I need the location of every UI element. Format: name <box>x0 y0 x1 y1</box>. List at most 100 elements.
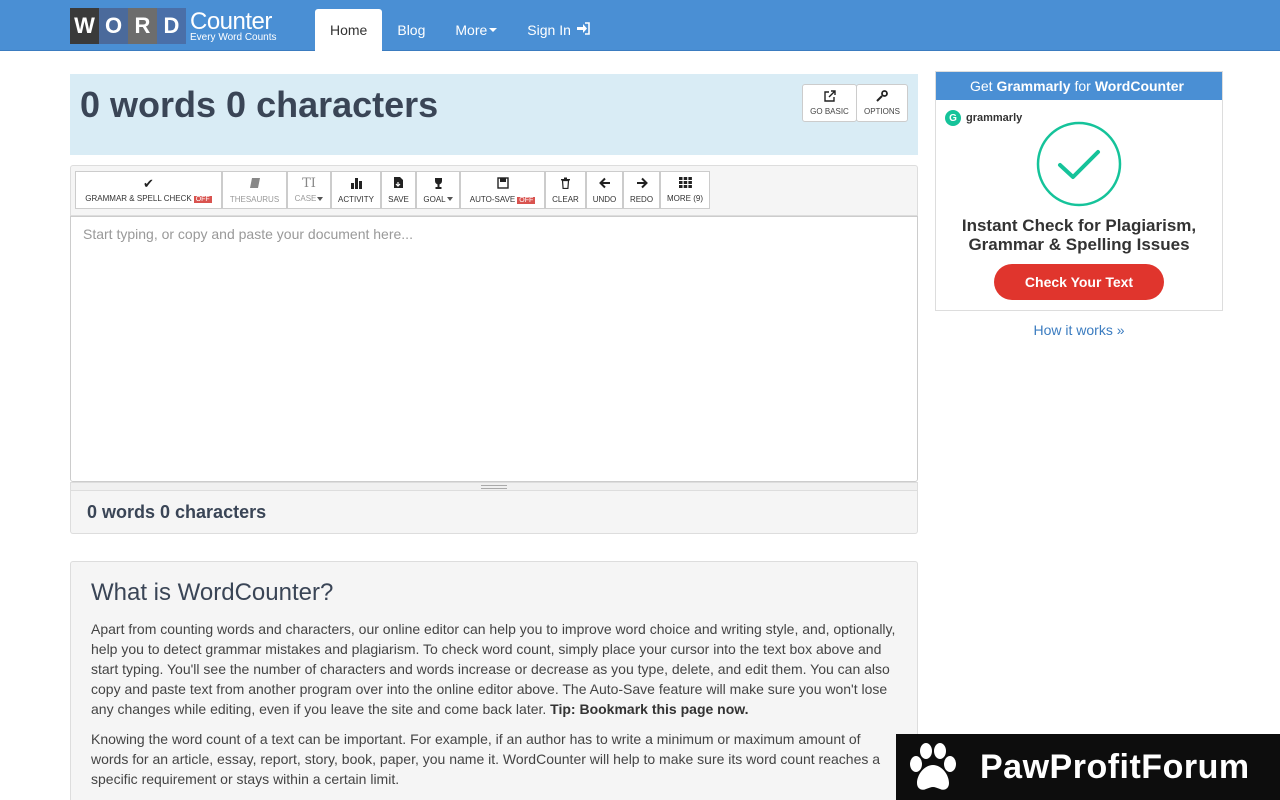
grid-icon <box>678 177 692 190</box>
article-paragraph: Knowing the word count of a text can be … <box>91 731 881 787</box>
arrow-left-icon <box>598 177 611 191</box>
auto-save-label-wrap: AUTO-SAVE OFF <box>470 195 536 204</box>
ad-header: Get Grammarly for WordCounter <box>936 72 1222 100</box>
goal-label: GOAL <box>423 194 446 204</box>
thesaurus-button[interactable]: THESAURUS <box>222 171 287 209</box>
checkmark-circle-icon <box>1036 121 1122 207</box>
wordcounter-logo[interactable]: W O R D Counter Every Word Counts <box>70 8 277 44</box>
article-paragraph-text: Apart from counting words and characters… <box>91 621 896 717</box>
ad-headline-line: Grammar & Spelling Issues <box>968 235 1190 254</box>
activity-label: ACTIVITY <box>337 194 374 204</box>
case-dropdown[interactable]: TI CASE <box>287 171 331 209</box>
redo-label: REDO <box>629 194 654 204</box>
nav-home-label: Home <box>330 22 368 38</box>
ad-head-site: WordCounter <box>1094 78 1185 94</box>
count-footer: 0 words 0 characters <box>70 491 918 534</box>
watermark-text: PawProfitForum <box>980 747 1250 786</box>
nav-blog[interactable]: Blog <box>382 9 440 51</box>
article-paragraph: Apart from counting words and characters… <box>91 619 897 719</box>
top-navbar: W O R D Counter Every Word Counts Home B… <box>0 0 1280 51</box>
nav-sign-in[interactable]: Sign In <box>512 9 605 51</box>
logo-letter: O <box>99 8 128 44</box>
logo-tagline: Every Word Counts <box>190 31 277 43</box>
ad-headline-line: Instant Check for Plagiarism, <box>961 216 1197 235</box>
check-your-text-button[interactable]: Check Your Text <box>994 264 1164 300</box>
grammar-label-wrap: GRAMMAR & SPELL CHECK OFF <box>85 194 212 203</box>
grammarly-g-icon: G <box>945 110 961 126</box>
go-basic-label: GO BASIC <box>810 107 849 116</box>
text-editor[interactable] <box>71 217 917 481</box>
logo-letter: W <box>70 8 99 44</box>
logo-text: Counter Every Word Counts <box>190 7 277 43</box>
ad-head-mid: for <box>1074 78 1091 94</box>
grip-icon <box>481 484 507 489</box>
auto-save-button[interactable]: AUTO-SAVE OFF <box>460 171 545 209</box>
save-label: SAVE <box>388 195 409 204</box>
goal-label-wrap: GOAL <box>423 194 453 204</box>
caret-down-icon <box>446 197 453 202</box>
grammar-spell-check-button[interactable]: ✔ GRAMMAR & SPELL CHECK OFF <box>75 171 222 209</box>
paw-icon <box>910 743 956 790</box>
auto-save-label: AUTO-SAVE <box>469 194 516 204</box>
about-article: What is WordCounter? Apart from counting… <box>70 561 918 800</box>
trophy-icon <box>432 177 445 191</box>
floppy-icon <box>496 176 509 191</box>
status-badge: OFF <box>517 196 536 204</box>
grammarly-wordmark: grammarly <box>966 112 1023 124</box>
nav-more-label: More <box>455 22 488 38</box>
article-tip: Tip: Bookmark this page now. <box>550 701 749 717</box>
how-it-works-link[interactable]: How it works » <box>935 322 1223 338</box>
go-basic-button[interactable]: GO BASIC <box>802 84 857 122</box>
grammarly-logo: G grammarly <box>945 110 1022 126</box>
book-icon <box>249 177 261 191</box>
nav-more-dropdown[interactable]: More <box>440 9 512 51</box>
bar-chart-icon <box>350 177 363 191</box>
editor-toolbar: ✔ GRAMMAR & SPELL CHECK OFF THESAURUS TI … <box>70 165 918 216</box>
article-title: What is WordCounter? <box>91 579 334 606</box>
ad-head-brand: Grammarly <box>996 78 1071 94</box>
ad-headline: Instant Check for Plagiarism, Grammar & … <box>936 216 1222 254</box>
watermark-banner: PawProfitForum <box>896 734 1280 800</box>
caret-down-icon <box>489 28 498 32</box>
undo-label: UNDO <box>592 194 617 204</box>
ad-head-pre: Get <box>969 78 993 94</box>
page-title-count: 0 words 0 characters <box>80 84 439 125</box>
wrench-icon <box>876 90 888 104</box>
status-badge: OFF <box>193 196 212 203</box>
external-link-icon <box>823 90 836 104</box>
grammarly-ad[interactable]: Get Grammarly for WordCounter G grammarl… <box>935 71 1223 311</box>
trash-icon <box>560 177 571 191</box>
logo-letter: R <box>128 8 157 44</box>
logo-letter: D <box>157 8 186 44</box>
nav-sign-in-label: Sign In <box>527 22 571 38</box>
count-panel: 0 words 0 characters GO BASIC OPTIONS <box>70 74 918 155</box>
grammar-label: GRAMMAR & SPELL CHECK <box>85 194 192 203</box>
goal-dropdown[interactable]: GOAL <box>416 171 460 209</box>
editor-box <box>70 216 918 482</box>
activity-button[interactable]: ACTIVITY <box>331 171 381 209</box>
check-icon: ✔ <box>143 176 154 191</box>
clear-label: CLEAR <box>552 194 579 204</box>
thesaurus-label: THESAURUS <box>229 194 280 204</box>
case-label-wrap: CASE <box>295 194 324 203</box>
arrow-right-icon <box>636 177 648 191</box>
case-label: CASE <box>294 194 317 203</box>
nav-blog-label: Blog <box>397 22 426 38</box>
options-label: OPTIONS <box>863 107 900 116</box>
options-button[interactable]: OPTIONS <box>856 84 908 122</box>
undo-button[interactable]: UNDO <box>586 171 623 209</box>
sign-in-icon <box>576 22 590 38</box>
redo-button[interactable]: REDO <box>623 171 660 209</box>
editor-resize-handle[interactable] <box>70 482 918 491</box>
logo-title: Counter <box>190 7 272 35</box>
clear-button[interactable]: CLEAR <box>545 171 586 209</box>
caret-down-icon <box>317 196 324 201</box>
nav-home[interactable]: Home <box>315 9 383 51</box>
more-tools-button[interactable]: MORE (9) <box>660 171 710 209</box>
footer-count: 0 words 0 characters <box>87 502 267 522</box>
file-save-icon <box>393 176 404 191</box>
text-case-icon: TI <box>302 176 316 191</box>
main-nav: Home Blog More Sign In <box>315 9 605 51</box>
save-button[interactable]: SAVE <box>381 171 416 209</box>
more-tools-label: MORE (9) <box>667 194 703 203</box>
